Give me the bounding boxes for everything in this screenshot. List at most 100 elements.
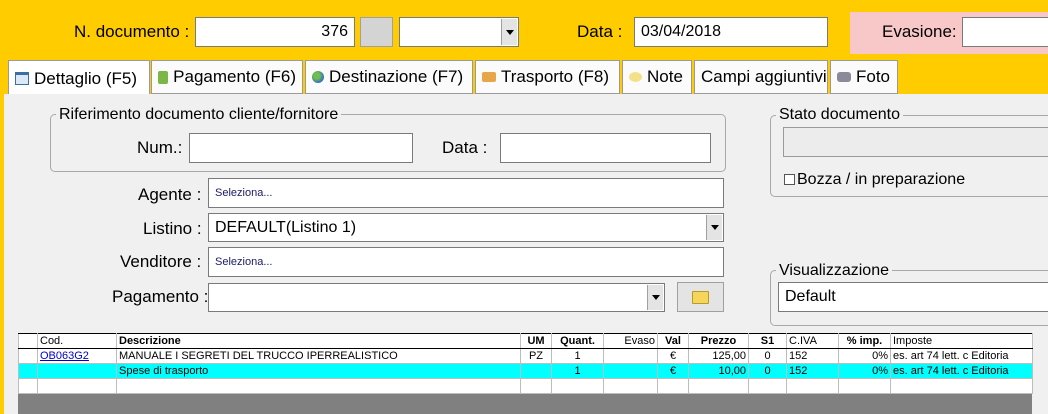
listino-label: Listino : — [143, 219, 202, 238]
camera-icon — [837, 72, 851, 82]
ref-date-field[interactable] — [500, 133, 711, 163]
cell-imp[interactable]: 0% — [838, 363, 891, 379]
col-header-prezzo[interactable]: Prezzo — [688, 333, 749, 349]
col-header-civa[interactable]: C.IVA — [786, 333, 839, 349]
cell-civa[interactable]: 152 — [786, 348, 839, 364]
cell-imposte[interactable] — [890, 378, 1033, 394]
tab-dettaglio[interactable]: Dettaglio (F5) — [8, 60, 150, 96]
evasione-field[interactable] — [962, 17, 1048, 47]
cell-prezzo[interactable]: 10,00 — [688, 363, 749, 379]
cell-quant[interactable]: 1 — [551, 348, 604, 364]
doc-number-label: N. documento : — [74, 22, 190, 41]
detail-grid: Cod. Descrizione UM Quant. Evaso Val Pre… — [18, 333, 1033, 394]
row-selector[interactable] — [18, 378, 38, 394]
tab-label: Pagamento (F6) — [173, 67, 296, 86]
cell-descrizione[interactable]: MANUALE I SEGRETI DEL TRUCCO IPERREALIST… — [116, 348, 521, 364]
table-row[interactable]: Spese di trasporto 1 € 10,00 0 152 0% es… — [18, 363, 1033, 379]
col-header-um[interactable]: UM — [520, 333, 552, 349]
venditore-field[interactable]: Seleziona... — [208, 247, 724, 277]
cell-prezzo[interactable]: 125,00 — [688, 348, 749, 364]
cell-um[interactable]: PZ — [520, 348, 552, 364]
bozza-checkbox[interactable] — [784, 174, 795, 185]
folder-icon — [692, 290, 709, 304]
bozza-label: Bozza / in preparazione — [797, 171, 966, 188]
visualizzazione-combo[interactable]: Default — [778, 282, 1048, 312]
cell-s1[interactable] — [748, 378, 787, 394]
tab-foto[interactable]: Foto — [830, 60, 898, 94]
cell-evaso[interactable] — [603, 363, 658, 379]
col-header-imp[interactable]: % imp. — [838, 333, 891, 349]
tab-label: Dettaglio (F5) — [34, 68, 137, 88]
doc-series-combo[interactable] — [399, 17, 519, 47]
doc-number-button[interactable] — [360, 17, 393, 47]
cell-quant[interactable]: 1 — [551, 363, 604, 379]
table-row[interactable]: OB063G2 MANUALE I SEGRETI DEL TRUCCO IPE… — [18, 348, 1033, 364]
tab-campi-aggiuntivi[interactable]: Campi aggiuntivi — [694, 60, 828, 94]
num-field[interactable] — [189, 133, 413, 163]
row-header-corner — [18, 333, 38, 349]
cell-um[interactable] — [520, 378, 552, 394]
cell-s1[interactable]: 0 — [748, 348, 787, 364]
pagamento-browse-button[interactable] — [677, 282, 724, 312]
cell-cod[interactable]: OB063G2 — [37, 348, 117, 364]
visualizzazione-title: Visualizzazione — [776, 262, 892, 280]
col-header-cod[interactable]: Cod. — [37, 333, 117, 349]
cell-quant[interactable] — [551, 378, 604, 394]
listino-value: DEFAULT(Listino 1) — [215, 218, 357, 236]
cell-val[interactable]: € — [657, 348, 689, 364]
pagamento-combo[interactable] — [208, 283, 665, 312]
col-header-imposte[interactable]: Imposte — [890, 333, 1033, 349]
doc-number-field[interactable]: 376 — [195, 17, 355, 47]
calendar-icon — [15, 72, 29, 85]
evasione-label: Evasione: — [882, 22, 957, 41]
tab-trasporto[interactable]: Trasporto (F8) — [475, 60, 620, 94]
riferimento-title: Riferimento documento cliente/fornitore — [56, 106, 342, 124]
col-header-evaso[interactable]: Evaso — [603, 333, 658, 349]
truck-icon — [482, 72, 496, 82]
date-field[interactable]: 03/04/2018 — [634, 17, 828, 47]
tab-pagamento[interactable]: Pagamento (F6) — [151, 60, 303, 94]
chevron-down-icon[interactable] — [706, 215, 722, 240]
cell-um[interactable] — [520, 363, 552, 379]
stato-field — [783, 127, 1048, 157]
listino-combo[interactable]: DEFAULT(Listino 1) — [208, 213, 724, 242]
cell-cod[interactable] — [37, 363, 117, 379]
agente-label: Agente : — [138, 185, 202, 204]
agente-field[interactable]: Seleziona... — [208, 178, 724, 208]
cell-imp[interactable] — [838, 378, 891, 394]
tab-label: Note — [647, 67, 683, 86]
cell-imposte[interactable]: es. art 74 lett. c Editoria — [890, 348, 1033, 364]
cell-val[interactable]: € — [657, 363, 689, 379]
col-header-s1[interactable]: S1 — [748, 333, 787, 349]
row-selector[interactable] — [18, 348, 38, 364]
col-header-descrizione[interactable]: Descrizione — [116, 333, 521, 349]
note-icon — [629, 72, 642, 82]
cell-evaso[interactable] — [603, 378, 658, 394]
cell-civa[interactable]: 152 — [786, 363, 839, 379]
cell-cod[interactable] — [37, 378, 117, 394]
cell-imp[interactable]: 0% — [838, 348, 891, 364]
tab-label: Foto — [856, 67, 891, 86]
stato-title: Stato documento — [776, 106, 903, 124]
cell-descrizione[interactable]: Spese di trasporto — [116, 363, 521, 379]
col-header-quant[interactable]: Quant. — [551, 333, 604, 349]
tab-note[interactable]: Note — [622, 60, 692, 94]
cell-val[interactable] — [657, 378, 689, 394]
row-selector[interactable] — [18, 363, 38, 379]
col-header-val[interactable]: Val — [657, 333, 689, 349]
cell-imposte[interactable]: es. art 74 lett. c Editoria — [890, 363, 1033, 379]
chevron-down-icon[interactable] — [501, 19, 517, 45]
ref-date-label: Data : — [442, 138, 488, 157]
cell-civa[interactable] — [786, 378, 839, 394]
pagamento-label: Pagamento : — [112, 287, 209, 306]
tab-destinazione[interactable]: Destinazione (F7) — [305, 60, 473, 94]
tab-label: Campi aggiuntivi — [701, 67, 827, 86]
date-label: Data : — [577, 22, 623, 41]
cell-prezzo[interactable] — [688, 378, 749, 394]
cell-evaso[interactable] — [603, 348, 658, 364]
cell-descrizione[interactable] — [116, 378, 521, 394]
table-row-empty[interactable] — [18, 378, 1033, 394]
cell-s1[interactable]: 0 — [748, 363, 787, 379]
chevron-down-icon[interactable] — [647, 285, 663, 310]
tab-label: Destinazione (F7) — [329, 67, 464, 86]
